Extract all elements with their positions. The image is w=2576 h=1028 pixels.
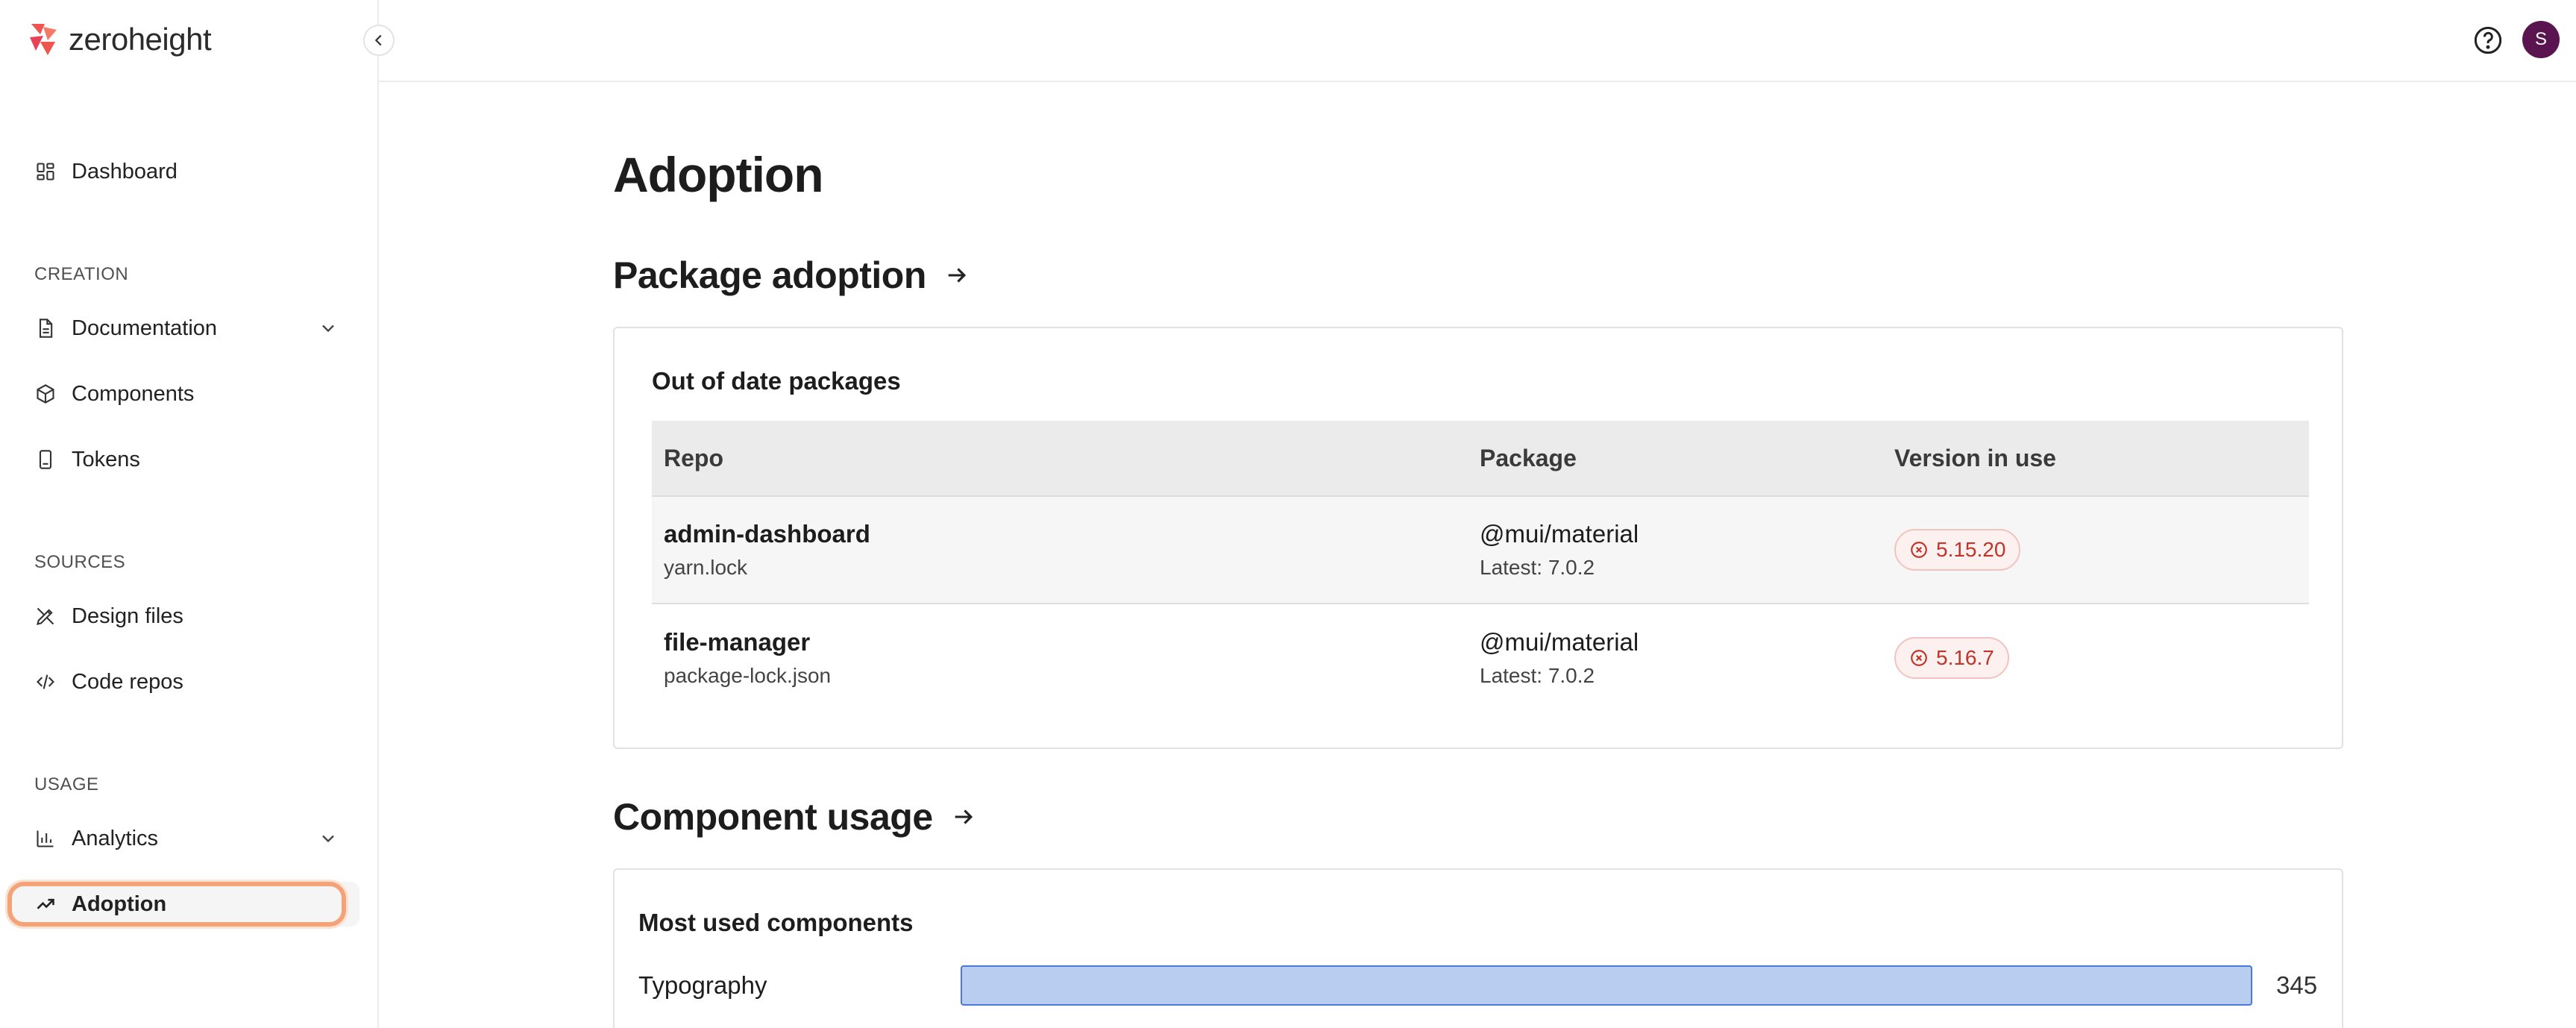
collapse-sidebar-button[interactable]: [363, 25, 395, 56]
column-header-repo: Repo: [664, 444, 723, 471]
sidebar-item-code-repos[interactable]: Code repos: [7, 659, 359, 704]
card-title: Most used components: [638, 909, 914, 936]
sidebar-item-analytics[interactable]: Analytics: [7, 816, 359, 861]
package-name: @mui/material: [1480, 628, 1639, 656]
section-label-creation: CREATION: [34, 264, 129, 284]
sidebar-item-label: Analytics: [72, 826, 159, 850]
packages-table: Repo Package Version in use admin-dashbo…: [652, 421, 2309, 712]
page-title: Adoption: [613, 147, 824, 202]
repo-name: admin-dashboard: [664, 520, 870, 548]
zeroheight-logo-icon: [30, 24, 57, 55]
section-label-sources: SOURCES: [34, 552, 126, 572]
code-icon: [34, 671, 57, 693]
sidebar: zeroheight Dashboard CREATION Documentat…: [0, 0, 379, 1028]
out-of-date-packages-card: Out of date packages Repo Package Versio…: [613, 327, 2343, 749]
bar-track: [961, 965, 2252, 1006]
lockfile-name: yarn.lock: [664, 556, 748, 579]
usage-bar: [961, 965, 2252, 1006]
lockfile-name: package-lock.json: [664, 664, 832, 687]
section-heading-text: Package adoption: [613, 254, 926, 296]
bar-chart-icon: [34, 827, 57, 850]
sidebar-item-label: Components: [72, 381, 195, 406]
help-icon[interactable]: [2473, 25, 2503, 55]
sidebar-item-tokens[interactable]: Tokens: [7, 437, 359, 482]
column-header-package: Package: [1480, 444, 1577, 471]
trending-up-icon: [34, 893, 57, 915]
document-icon: [34, 317, 57, 339]
design-tools-icon: [34, 605, 57, 627]
sidebar-item-components[interactable]: Components: [7, 372, 359, 416]
sidebar-item-label: Tokens: [72, 447, 140, 471]
logo[interactable]: zeroheight: [28, 18, 212, 61]
chevron-down-icon[interactable]: [318, 318, 339, 339]
component-bar-row[interactable]: Typography 345: [638, 965, 2324, 1006]
cube-icon: [34, 383, 57, 405]
latest-version: Latest: 7.0.2: [1480, 556, 1595, 579]
component-usage-heading[interactable]: Component usage: [613, 795, 976, 839]
most-used-components-card: Most used components Typography 345: [613, 868, 2343, 1028]
version-badge: 5.16.7: [1894, 637, 2009, 679]
section-label-usage: USAGE: [34, 774, 99, 794]
sidebar-item-label: Code repos: [72, 669, 183, 694]
table-row[interactable]: admin-dashboard yarn.lock @mui/material …: [652, 497, 2309, 604]
usage-count: 345: [2276, 971, 2318, 999]
version-text: 5.16.7: [1936, 646, 1994, 669]
dashboard-icon: [34, 160, 57, 183]
sidebar-item-adoption[interactable]: Adoption: [7, 882, 359, 927]
top-bar: S: [379, 0, 2576, 82]
card-title: Out of date packages: [652, 367, 901, 395]
package-name: @mui/material: [1480, 520, 1639, 548]
avatar[interactable]: S: [2522, 21, 2560, 58]
sidebar-item-label: Adoption: [72, 891, 167, 916]
sidebar-item-label: Design files: [72, 604, 183, 628]
table-row[interactable]: file-manager package-lock.json @mui/mate…: [652, 604, 2309, 712]
table-header: Repo Package Version in use: [652, 421, 2309, 497]
section-heading-text: Component usage: [613, 796, 933, 838]
version-badge: 5.15.20: [1894, 529, 2021, 571]
chevron-left-icon: [374, 34, 382, 46]
arrow-right-icon: [955, 809, 973, 824]
repo-name: file-manager: [664, 628, 811, 656]
token-icon: [34, 448, 57, 471]
version-text: 5.15.20: [1936, 538, 2006, 561]
column-header-version: Version in use: [1894, 444, 2056, 471]
error-circle-icon: [1911, 542, 1927, 558]
error-circle-icon: [1911, 650, 1927, 666]
sidebar-item-documentation[interactable]: Documentation: [7, 306, 359, 351]
package-adoption-heading[interactable]: Package adoption: [613, 254, 970, 297]
component-name: Typography: [638, 971, 767, 999]
chevron-down-icon[interactable]: [318, 828, 339, 849]
logo-text: zeroheight: [69, 22, 212, 57]
arrow-right-icon: [948, 268, 967, 283]
sidebar-item-dashboard[interactable]: Dashboard: [7, 149, 359, 194]
sidebar-item-label: Dashboard: [72, 159, 178, 184]
sidebar-item-label: Documentation: [72, 316, 218, 340]
latest-version: Latest: 7.0.2: [1480, 664, 1595, 687]
sidebar-item-design-files[interactable]: Design files: [7, 594, 359, 639]
